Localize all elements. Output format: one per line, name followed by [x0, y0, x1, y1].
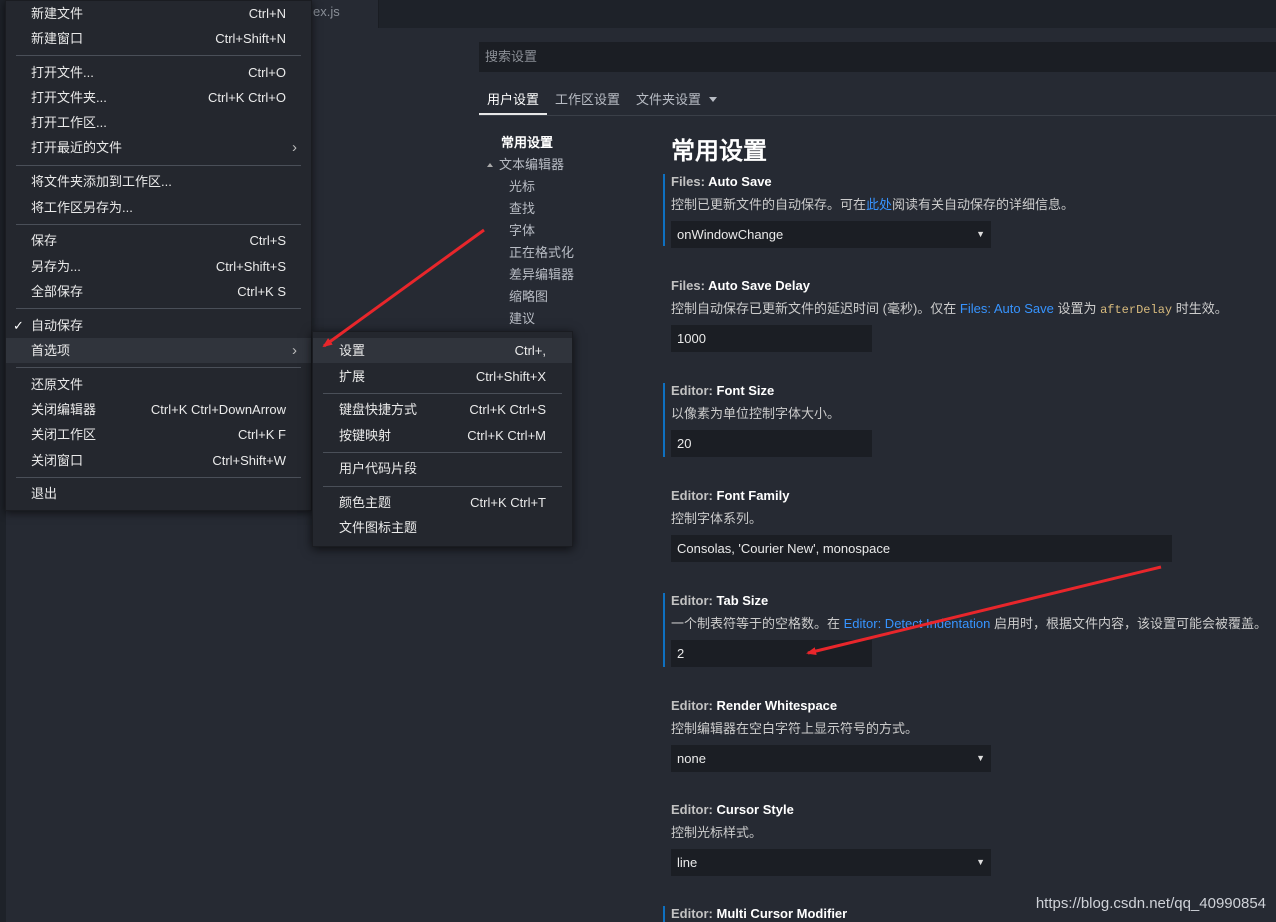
annotation-arrows — [322, 228, 1162, 655]
watermark: https://blog.csdn.net/qq_40990854 — [1035, 895, 1266, 912]
red-arrow-annotation — [806, 565, 1162, 655]
red-arrow-annotation — [322, 228, 485, 348]
